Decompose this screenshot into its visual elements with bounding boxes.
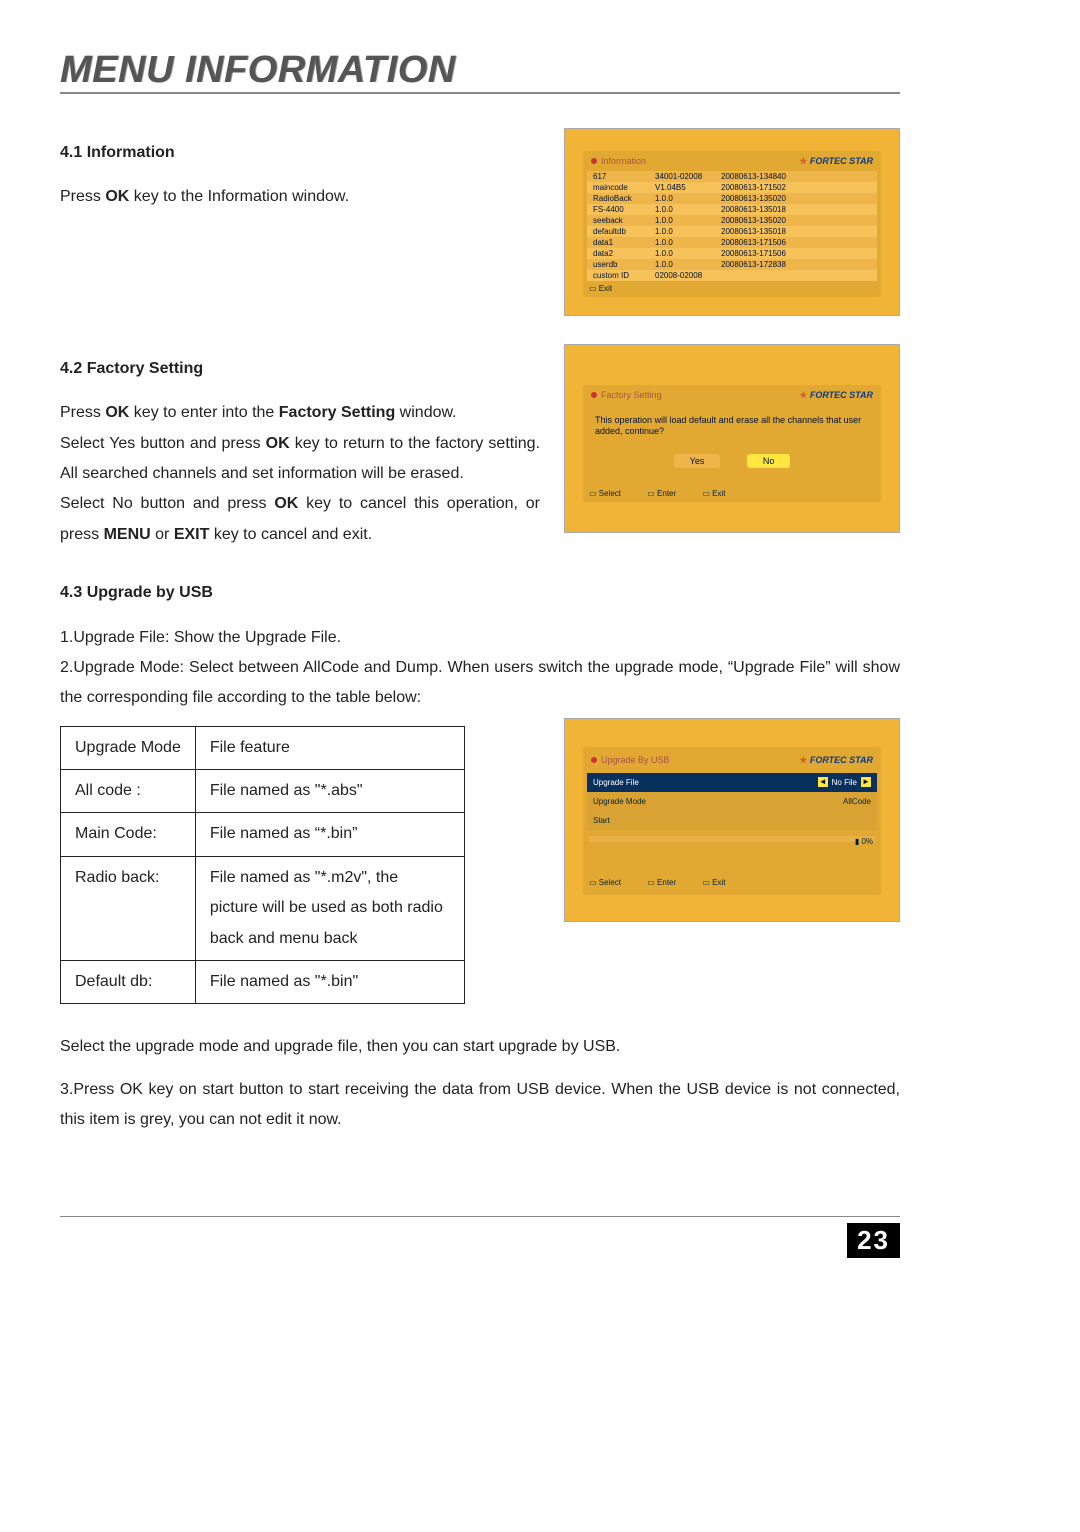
section-4-3: 4.3 Upgrade by USB 1.Upgrade File: Show … [60,578,900,1135]
upgrade-mode-row[interactable]: Upgrade Mode AllCode [587,792,877,811]
no-button[interactable]: No [747,454,791,468]
screenshot-information: Information ★ FORTEC STAR 61734001-02008… [564,128,900,316]
screenshot-upgrade-usb: Upgrade By USB ★ FORTEC STAR Upgrade Fil… [564,718,900,922]
progress-bar: ▮ 0% [589,836,875,842]
table-row: Default db:File named as "*.bin" [61,961,465,1004]
table-row: Main Code:File named as “*.bin” [61,813,465,856]
info-row: RadioBack1.0.020080613-135020 [587,193,877,204]
body-4-1: Press OK key to the Information window. [60,182,540,212]
heading-4-1: 4.1 Information [60,138,540,168]
section-4-1-text: 4.1 Information Press OK key to the Info… [60,128,540,213]
upgrade-file-row[interactable]: Upgrade File ◄No File► [587,773,877,792]
page-header: MENU INFORMATION [60,50,900,94]
info-row: data11.0.020080613-171506 [587,237,877,248]
info-row: data21.0.020080613-171506 [587,248,877,259]
yes-button[interactable]: Yes [674,454,721,468]
info-row: userdb1.0.020080613-172838 [587,259,877,270]
start-row[interactable]: Start [587,811,877,830]
info-row: custom ID02008-02008 [587,270,877,281]
table-row: Radio back:File named as "*.m2v", the pi… [61,856,465,960]
info-row: FS-44001.0.020080613-135018 [587,204,877,215]
info-row: maincodeV1.04B520080613-171502 [587,182,877,193]
heading-4-2: 4.2 Factory Setting [60,354,540,384]
info-row: 61734001-0200820080613-134840 [587,171,877,182]
screenshot-factory-setting: Factory Setting ★ FORTEC STAR This opera… [564,344,900,533]
section-4-2: 4.2 Factory Setting Press OK key to ente… [60,344,900,550]
upgrade-mode-table: Upgrade Mode File feature All code :File… [60,726,465,1005]
table-row: All code :File named as "*.abs" [61,770,465,813]
section-4-2-text: 4.2 Factory Setting Press OK key to ente… [60,344,540,550]
page-title: MENU INFORMATION [60,50,900,92]
page-number: 23 [60,1216,900,1258]
info-row: seeback1.0.020080613-135020 [587,215,877,226]
heading-4-3: 4.3 Upgrade by USB [60,578,900,608]
section-4-1: 4.1 Information Press OK key to the Info… [60,128,900,316]
info-row: defaultdb1.0.020080613-135018 [587,226,877,237]
